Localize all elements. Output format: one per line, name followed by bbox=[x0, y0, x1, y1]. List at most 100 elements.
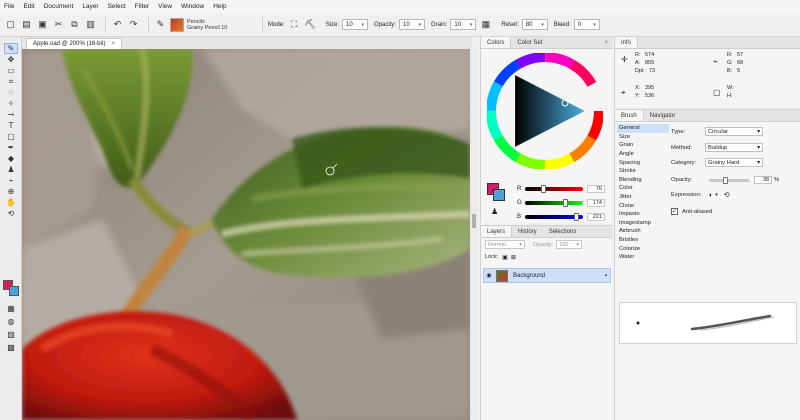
cut-icon[interactable]: ✂ bbox=[52, 18, 65, 31]
undo-icon[interactable]: ↶ bbox=[111, 18, 124, 31]
zoom-tool-icon[interactable]: ⊕ bbox=[4, 186, 18, 197]
crop-tool-icon[interactable]: ⌗ bbox=[4, 76, 18, 87]
open-file-icon[interactable]: ▤ bbox=[20, 18, 33, 31]
dropper-tool-icon[interactable]: ⊸ bbox=[4, 109, 18, 120]
transform-tool-icon[interactable]: ✥ bbox=[4, 54, 18, 65]
gradient-icon[interactable]: ▨ bbox=[4, 329, 18, 340]
brush-tool-icon[interactable]: ✎ bbox=[4, 43, 18, 54]
grain-pattern-icon[interactable]: ▦ bbox=[479, 18, 492, 31]
layer-lock-icon[interactable]: ▪ bbox=[605, 273, 607, 279]
visibility-eye-icon[interactable]: ◉ bbox=[484, 272, 494, 279]
mode-erase-icon[interactable]: ⛏ bbox=[304, 18, 317, 31]
blend-mode-select[interactable]: Normal ▾ bbox=[485, 240, 525, 249]
layer-row[interactable]: ◉ Background ▪ bbox=[483, 268, 611, 283]
menu-edit[interactable]: Edit bbox=[23, 3, 34, 10]
brush-category-item[interactable]: Clone bbox=[617, 201, 669, 210]
brush-category-item[interactable]: Angle bbox=[617, 150, 669, 159]
green-slider[interactable]: G 174 bbox=[517, 198, 613, 207]
menu-file[interactable]: File bbox=[4, 3, 14, 10]
menu-view[interactable]: View bbox=[158, 3, 172, 10]
brush-category-item[interactable]: Airbrush bbox=[617, 227, 669, 236]
hand-tool-icon[interactable]: ✋ bbox=[4, 197, 18, 208]
brush-category-item[interactable]: Blending bbox=[617, 176, 669, 185]
brush-category-item[interactable]: Color bbox=[617, 184, 669, 193]
menu-filter[interactable]: Filter bbox=[135, 3, 149, 10]
menu-window[interactable]: Window bbox=[181, 3, 204, 10]
tab-layers[interactable]: Layers bbox=[481, 226, 513, 237]
fill-tool-icon[interactable]: ◆ bbox=[4, 153, 18, 164]
pattern-icon[interactable]: ◍ bbox=[4, 316, 18, 327]
invert-icon[interactable]: ⟲ bbox=[724, 191, 730, 199]
menu-help[interactable]: Help bbox=[213, 3, 226, 10]
brush-category-item[interactable]: Water bbox=[617, 253, 669, 262]
reset-input[interactable]: 80 ▾ bbox=[521, 19, 548, 30]
blue-slider[interactable]: B 221 bbox=[517, 212, 613, 221]
tab-info[interactable]: Info bbox=[615, 37, 639, 48]
close-icon[interactable]: × bbox=[604, 37, 612, 48]
nozzle-icon[interactable]: ▩ bbox=[4, 342, 18, 353]
menu-document[interactable]: Document bbox=[44, 3, 74, 10]
stamp-icon[interactable]: ♟ bbox=[491, 207, 498, 216]
size-input[interactable]: 10 ▾ bbox=[342, 19, 369, 30]
secondary-color-swatch[interactable] bbox=[493, 189, 505, 201]
stamp-tool-icon[interactable]: ♟ bbox=[4, 164, 18, 175]
new-document-icon[interactable]: ▢ bbox=[4, 18, 17, 31]
brush-category-item[interactable]: Jitter bbox=[617, 193, 669, 202]
pen-tool-icon[interactable]: ✒ bbox=[4, 142, 18, 153]
pipette-tool-icon[interactable]: ⌁ bbox=[4, 175, 18, 186]
redo-icon[interactable]: ↷ bbox=[127, 18, 140, 31]
brush-category-item[interactable]: Impasto bbox=[617, 210, 669, 219]
tab-selections[interactable]: Selections bbox=[543, 226, 583, 237]
paper-texture-icon[interactable]: ▦ bbox=[4, 303, 18, 314]
rotate-tool-icon[interactable]: ⟲ bbox=[4, 208, 18, 219]
brush-category-item[interactable]: Size bbox=[617, 133, 669, 142]
expression-icon[interactable]: ◐ bbox=[709, 192, 713, 199]
close-icon[interactable]: × bbox=[111, 41, 115, 47]
opacity-input[interactable]: 10 ▾ bbox=[399, 19, 426, 30]
text-tool-icon[interactable]: T bbox=[4, 120, 18, 131]
brush-category-item[interactable]: General bbox=[617, 124, 669, 133]
canvas-scrollbar[interactable] bbox=[470, 49, 478, 420]
brush-category-item[interactable]: Stroke bbox=[617, 167, 669, 176]
brush-category-item[interactable]: Bristles bbox=[617, 236, 669, 245]
color-swatches[interactable] bbox=[487, 183, 505, 201]
scrollbar-thumb[interactable] bbox=[472, 214, 476, 228]
brush-category-item[interactable]: Grain bbox=[617, 141, 669, 150]
save-icon[interactable]: ▣ bbox=[36, 18, 49, 31]
copy-icon[interactable]: ⧉ bbox=[68, 18, 81, 31]
brush-type-select[interactable]: Circular ▾ bbox=[705, 127, 763, 136]
brush-category-select[interactable]: Grainy Hard ▾ bbox=[705, 158, 763, 167]
tab-navigator[interactable]: Navigator bbox=[644, 110, 682, 121]
tab-colors[interactable]: Colors bbox=[481, 37, 512, 48]
brush-category-item[interactable]: Colorize bbox=[617, 244, 669, 253]
painting-canvas[interactable] bbox=[22, 49, 470, 420]
rectangle-select-icon[interactable]: ▭ bbox=[4, 65, 18, 76]
bleed-input[interactable]: 0 ▾ bbox=[573, 19, 600, 30]
mode-paint-icon[interactable]: ⛶ bbox=[288, 18, 301, 31]
paste-icon[interactable]: ▥ bbox=[84, 18, 97, 31]
layer-opacity-input[interactable]: 100 ▾ bbox=[556, 240, 583, 249]
brush-category-item[interactable]: Imagestamp bbox=[617, 219, 669, 228]
tab-brush[interactable]: Brush bbox=[615, 110, 644, 121]
brush-tool-icon[interactable]: ✎ bbox=[154, 18, 167, 31]
brush-picker[interactable]: Pencils Grainy Pencil 10 bbox=[170, 17, 249, 32]
menu-layer[interactable]: Layer bbox=[82, 3, 98, 10]
chevron-down-icon[interactable]: ▾ bbox=[715, 192, 718, 198]
brush-method-select[interactable]: Buildup ▾ bbox=[705, 143, 763, 152]
lasso-tool-icon[interactable]: ◌ bbox=[4, 87, 18, 98]
menu-select[interactable]: Select bbox=[108, 3, 126, 10]
anti-aliased-checkbox[interactable]: ✓ bbox=[671, 208, 678, 215]
lock-alpha-icon[interactable]: ⊠ bbox=[511, 254, 516, 261]
shape-tool-icon[interactable]: ▢ bbox=[4, 131, 18, 142]
tool-secondary-color[interactable] bbox=[9, 286, 19, 296]
lock-pixels-icon[interactable]: ▣ bbox=[502, 254, 508, 261]
color-wheel[interactable] bbox=[487, 53, 603, 169]
brush-category-item[interactable]: Spacing bbox=[617, 158, 669, 167]
brush-opacity-input[interactable]: 38 bbox=[754, 176, 772, 184]
tab-color-set[interactable]: Color Set bbox=[511, 37, 548, 48]
grain-input[interactable]: 10 ▾ bbox=[450, 19, 477, 30]
red-slider[interactable]: R 76 bbox=[517, 184, 613, 193]
document-tab[interactable]: Apple.oad @ 200% (16-bit) × bbox=[26, 38, 122, 49]
tab-history[interactable]: History bbox=[512, 226, 543, 237]
tool-color-swatch[interactable] bbox=[3, 280, 19, 296]
